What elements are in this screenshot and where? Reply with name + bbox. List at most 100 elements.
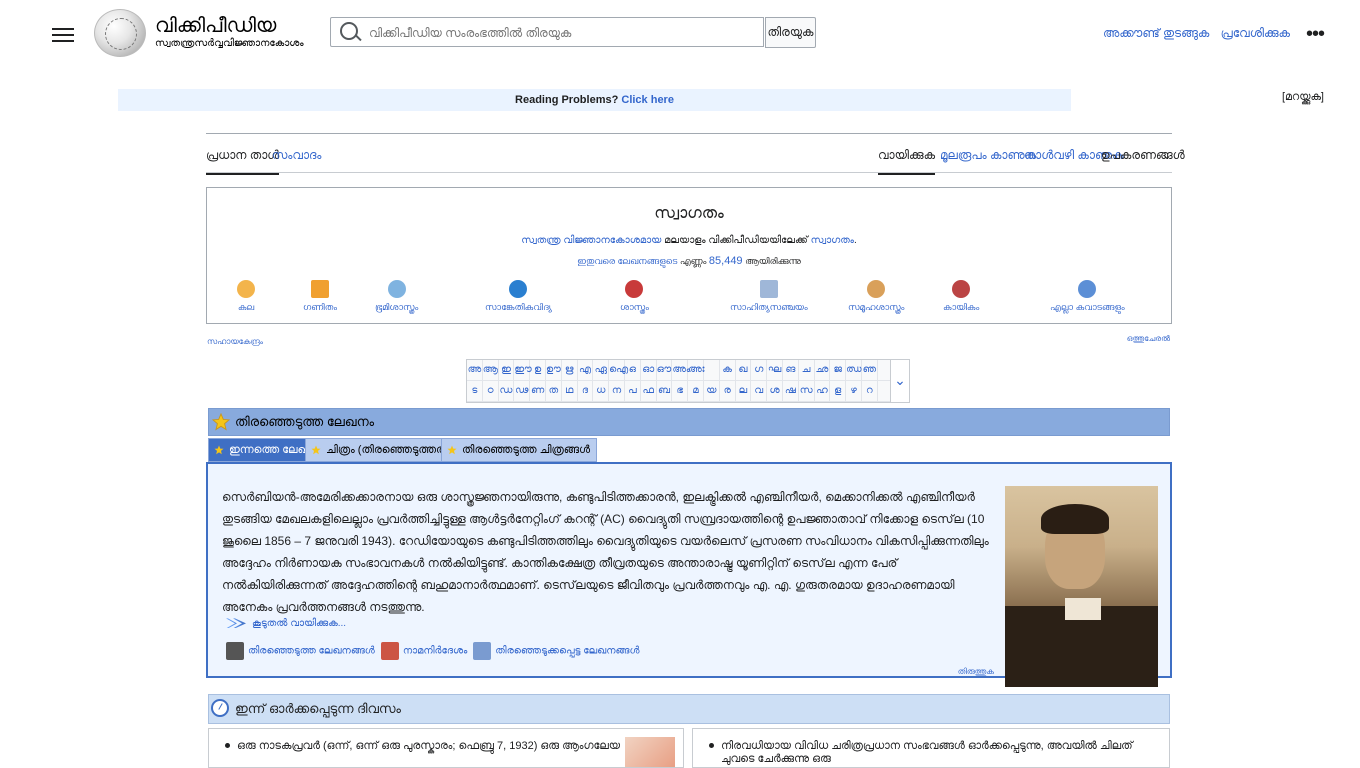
selected-articles-link[interactable]: തിരഞ്ഞെടുക്കപ്പെട്ട ലേഖനങ്ങൾ xyxy=(495,646,639,657)
alphabet-letter-link[interactable]: വ xyxy=(751,381,768,402)
alphabet-letter-link[interactable]: ഭ xyxy=(672,381,689,402)
alphabet-letter-link[interactable]: ഇ xyxy=(498,360,515,381)
edit-featured-link[interactable]: തിരുത്തുക xyxy=(958,667,994,677)
alphabet-letter-link[interactable]: ത xyxy=(545,381,562,402)
portal-label[interactable]: ഗണിതം xyxy=(303,302,337,312)
portal-social-science[interactable]: സമൂഹശാസ്ത്രം xyxy=(848,280,904,313)
portal-label[interactable]: സാങ്കേതികവിദ്യ xyxy=(485,302,552,312)
tab-featured-picture[interactable]: ചിത്രം (തിരഞ്ഞെടുത്തത്) xyxy=(305,438,459,462)
alphabet-letter-link[interactable]: ഔ xyxy=(656,360,673,381)
tab-tools[interactable]: ഉപകരണങ്ങൾ xyxy=(1101,148,1185,173)
portal-geography[interactable]: ഭൂമിശാസ്ത്രം xyxy=(375,280,418,313)
today-thumbnail[interactable] xyxy=(625,737,675,767)
nomination-link[interactable]: നാമനിർദേശം xyxy=(403,646,467,657)
free-encyclopedia-link[interactable]: സ്വതന്ത്ര വിജ്ഞാനകോശമായ xyxy=(521,235,661,246)
login-link[interactable]: പ്രവേശിക്കുക xyxy=(1221,26,1290,40)
portal-technology[interactable]: സാങ്കേതികവിദ്യ xyxy=(485,280,552,313)
tab-talk[interactable]: സംവാദം xyxy=(272,148,321,173)
community-link[interactable]: ഒത്തുചേരൽ xyxy=(1127,334,1170,344)
portal-label[interactable]: സാഹിത്യസഞ്ചയം xyxy=(730,302,808,312)
hide-notice-link[interactable]: [മറയ്ക്കുക] xyxy=(1282,91,1324,104)
alphabet-letter-link[interactable]: ര xyxy=(719,381,736,402)
alphabet-letter-link[interactable]: ഝ xyxy=(846,360,862,381)
alphabet-letter-link[interactable]: ധ xyxy=(593,381,610,402)
alphabet-letter-link[interactable]: സ xyxy=(798,381,815,402)
alphabet-letter-link[interactable]: ഴ xyxy=(846,381,862,402)
alphabet-letter-link[interactable]: ശ xyxy=(767,381,783,402)
help-center-link[interactable]: സഹായകേന്ദ്രം xyxy=(207,337,263,347)
alphabet-letter-link[interactable]: ഷ xyxy=(782,381,799,402)
alphabet-letter-link[interactable]: ഡ xyxy=(498,381,515,402)
portal-label[interactable]: കല xyxy=(238,302,254,312)
alphabet-letter-link[interactable]: ആ xyxy=(482,360,499,381)
alphabet-letter-link[interactable]: ഘ xyxy=(767,360,783,381)
alphabet-letter-link[interactable]: ഋ xyxy=(561,360,578,381)
more-options-icon[interactable]: ••• xyxy=(1306,23,1325,46)
double-chevron-down-icon[interactable]: ⌄ xyxy=(890,359,910,403)
alphabet-letter-link[interactable]: ഈ xyxy=(514,360,532,381)
alphabet-letter-link[interactable]: ദ xyxy=(577,381,594,402)
chevron-down-icon[interactable]: ⌄ xyxy=(1162,148,1172,162)
portal-label[interactable]: കായികം xyxy=(943,302,979,312)
alphabet-letter-link[interactable]: ങ xyxy=(782,360,799,381)
featured-articles-link[interactable]: തിരഞ്ഞെടുത്ത ലേഖനങ്ങൾ xyxy=(248,646,375,657)
alphabet-letter-link[interactable]: ഠ xyxy=(482,381,499,402)
alphabet-letter-link[interactable]: ക xyxy=(719,360,736,381)
alphabet-letter-link[interactable]: ഖ xyxy=(735,360,752,381)
alphabet-letter-link[interactable]: ഥ xyxy=(561,381,578,402)
alphabet-letter-link[interactable]: ല xyxy=(735,381,752,402)
alphabet-letter-link[interactable]: പ xyxy=(624,381,641,402)
main-menu-button[interactable] xyxy=(52,24,74,42)
featured-article-photo[interactable] xyxy=(1005,486,1158,687)
portal-art[interactable]: കല xyxy=(237,280,255,313)
alphabet-letter-link[interactable]: ണ xyxy=(530,381,546,402)
alphabet-letter-link[interactable]: ഏ xyxy=(593,360,610,381)
portal-label[interactable]: ശാസ്ത്രം xyxy=(620,302,649,312)
alphabet-letter-link[interactable]: യ xyxy=(703,381,720,402)
alphabet-letter-link[interactable]: ഞ xyxy=(861,360,878,381)
alphabet-letter-link[interactable]: ഫ xyxy=(640,381,657,402)
search-input[interactable] xyxy=(367,25,751,41)
alphabet-letter-link[interactable]: റ xyxy=(861,381,878,402)
search-button[interactable]: തിരയുക xyxy=(765,17,816,48)
alphabet-letter-link[interactable]: മ xyxy=(688,381,704,402)
portal-label[interactable]: സമൂഹശാസ്ത്രം xyxy=(848,302,904,312)
tab-view-source[interactable]: മൂലരൂപം കാണുക xyxy=(940,148,1036,173)
alphabet-letter-link[interactable]: ഓ xyxy=(640,360,657,381)
alphabet-letter-link[interactable]: ഒ xyxy=(624,360,641,381)
create-account-link[interactable]: അക്കൗണ്ട് തുടങ്ങുക xyxy=(1103,26,1209,40)
welcome-link[interactable]: സ്വാഗതം xyxy=(811,235,854,246)
alphabet-letter-link[interactable]: ന xyxy=(609,381,625,402)
article-count[interactable]: 85,449 xyxy=(709,255,743,267)
alphabet-letter-link[interactable]: അ xyxy=(467,360,483,381)
alphabet-letter-link[interactable]: ഛ xyxy=(814,360,831,381)
alphabet-letter-link[interactable]: അം xyxy=(672,360,690,381)
articles-link[interactable]: ഇതുവരെ ലേഖനങ്ങളുടെ xyxy=(577,256,677,266)
alphabet-letter-link[interactable]: ച xyxy=(798,360,815,381)
alphabet-letter-link[interactable]: ഉ xyxy=(530,360,546,381)
tab-read[interactable]: വായിക്കുക xyxy=(878,148,936,175)
portal-math[interactable]: ഗണിതം xyxy=(303,280,337,313)
notice-link[interactable]: Click here xyxy=(621,94,674,106)
alphabet-letter-link[interactable]: ഗ xyxy=(751,360,768,381)
alphabet-letter-link[interactable]: ഹ xyxy=(814,381,831,402)
alphabet-letter-link[interactable]: ള xyxy=(830,381,847,402)
portal-label[interactable]: എല്ലാ കവാടങ്ങളും xyxy=(1050,302,1125,312)
portal-literature[interactable]: സാഹിത്യസഞ്ചയം xyxy=(730,280,808,313)
alphabet-letter-link[interactable]: എ xyxy=(577,360,594,381)
alphabet-letter-link[interactable]: ഐ xyxy=(609,360,628,381)
wikipedia-globe-logo[interactable] xyxy=(94,9,146,57)
portal-science[interactable]: ശാസ്ത്രം xyxy=(620,280,649,313)
alphabet-letter-link[interactable]: ട xyxy=(467,381,483,402)
portal-all[interactable]: എല്ലാ കവാടങ്ങളും xyxy=(1050,280,1125,313)
logo-title[interactable]: വിക്കിപീഡിയ xyxy=(155,13,276,37)
tab-featured-pictures[interactable]: തിരഞ്ഞെടുത്ത ചിത്രങ്ങൾ xyxy=(441,438,598,462)
alphabet-letter-link[interactable]: ഢ xyxy=(514,381,531,402)
tab-main-page[interactable]: പ്രധാന താൾ xyxy=(206,148,280,175)
alphabet-letter-link[interactable]: ജ xyxy=(830,360,847,381)
alphabet-letter-link[interactable]: ഊ xyxy=(545,360,562,381)
alphabet-letter-link[interactable]: അഃ xyxy=(688,360,705,381)
portal-sports[interactable]: കായികം xyxy=(943,280,979,313)
alphabet-letter-link[interactable]: ബ xyxy=(656,381,673,402)
portal-label[interactable]: ഭൂമിശാസ്ത്രം xyxy=(375,302,418,312)
